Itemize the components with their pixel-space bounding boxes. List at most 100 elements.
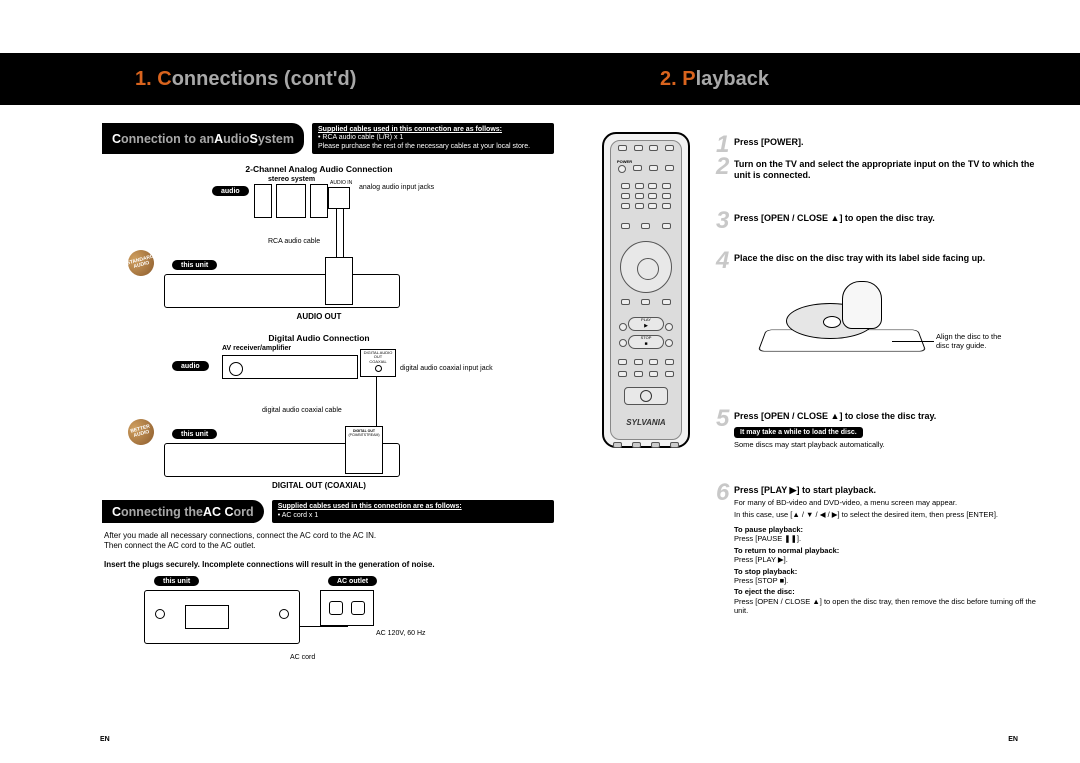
- page-lang-right: EN: [1008, 736, 1018, 743]
- remote-button: [649, 165, 658, 171]
- remote-button: [665, 165, 674, 171]
- subheader-label: Connection to an Audio System: [102, 123, 304, 154]
- audio-in-label: AUDIO IN: [330, 180, 352, 186]
- digital-diagram: AV receiver/amplifier audio DIGITAL AUDI…: [104, 347, 534, 492]
- auto-note: Some discs may start playback automatica…: [734, 440, 1038, 449]
- step-number: 5: [716, 405, 729, 433]
- digital-audio-out-text: DIGITAL AUDIO OUT: [361, 350, 395, 359]
- subheader-ac-label: Connecting the AC Cord: [102, 500, 264, 523]
- note-wrapper: It may take a while to load the disc.: [734, 426, 1038, 438]
- remote-button: [662, 183, 671, 189]
- step-6: 6 Press [PLAY ▶] to start playback. For …: [734, 485, 1038, 615]
- supplied-cables-box-2: Supplied cables used in this connection …: [272, 500, 554, 523]
- stop-heading: To stop playback:: [734, 567, 1038, 576]
- page-connections: Connection to an Audio System Supplied c…: [74, 105, 564, 745]
- remote-button: [665, 359, 674, 365]
- step-text: Press [OPEN / CLOSE ▲] to close the disc…: [734, 411, 1038, 422]
- stop-text: Press [STOP ■].: [734, 576, 1038, 585]
- remote-button: [618, 371, 627, 377]
- audio-out-label: AUDIO OUT: [104, 312, 534, 321]
- speaker-left: [254, 184, 272, 218]
- remote-button: [634, 145, 643, 151]
- ac-para1: After you made all necessary connections…: [104, 531, 534, 541]
- remote-button: [665, 323, 673, 331]
- audio-pill: audio: [212, 186, 249, 196]
- speaker-right: [310, 184, 328, 218]
- step-number: 4: [716, 247, 729, 275]
- remote-row-below-dpad: [615, 299, 677, 305]
- remote-button: [618, 145, 627, 151]
- remote-button: [634, 359, 643, 365]
- remote-button: [633, 165, 642, 171]
- remote-button: [621, 183, 630, 189]
- outlet-2: [351, 601, 365, 615]
- ac-volt-label: AC 120V, 60 Hz: [376, 630, 426, 637]
- unit-rear-ac: [144, 590, 300, 644]
- remote-button: [648, 203, 657, 209]
- bluray-disc-icon: [640, 390, 652, 402]
- coax-in-port: DIGITAL AUDIO OUT COAXIAL: [360, 349, 396, 377]
- disc-diagram: Align the disc to the disc tray guide.: [762, 281, 997, 397]
- step6-sub-a: For many of BD-video and DVD-video, a me…: [734, 498, 1038, 507]
- remote-button: [619, 339, 627, 347]
- better-audio-badge: BETTER AUDIO: [125, 416, 157, 448]
- remote-button: [634, 371, 643, 377]
- remote-button: [649, 371, 658, 377]
- remote-button: [621, 203, 630, 209]
- remote-button: [662, 203, 671, 209]
- remote-button: [648, 193, 657, 199]
- analog-jacks-label: analog audio input jacks: [359, 184, 434, 191]
- remote-button: [665, 145, 674, 151]
- remote-button: [648, 183, 657, 189]
- remote-button: [618, 359, 627, 365]
- return-text: Press [PLAY ▶].: [734, 555, 1038, 564]
- remote-button: [621, 193, 630, 199]
- rca-cable-label: RCA audio cable: [268, 238, 320, 245]
- digital-out-box-sub: (PCM/BITSTREAM): [346, 433, 382, 437]
- section-header-connections: 1. Connections (cont'd): [0, 53, 555, 105]
- bluray-logo: [624, 387, 668, 405]
- remote-button: [621, 299, 630, 305]
- remote-power-label: POWER: [617, 159, 632, 164]
- remote-brand: SYLVANIA: [611, 418, 681, 427]
- subheader-ac-cord: Connecting the AC Cord Supplied cables u…: [102, 500, 554, 523]
- remote-transport-row: [615, 323, 677, 331]
- remote-button: [665, 339, 673, 347]
- load-warning: It may take a while to load the disc.: [734, 427, 863, 438]
- eject-heading: To eject the disc:: [734, 587, 1038, 596]
- return-heading: To return to normal playback:: [734, 546, 1038, 555]
- stereo-system-label: stereo system: [268, 176, 315, 183]
- align-note: Align the disc to the disc tray guide.: [936, 333, 1004, 350]
- step-text: Press [PLAY ▶] to start playback.: [734, 485, 1038, 496]
- step-number: 6: [716, 479, 729, 507]
- step-text: Press [POWER].: [734, 137, 1038, 148]
- step-3: 3 Press [OPEN / CLOSE ▲] to open the dis…: [734, 213, 1038, 224]
- av-receiver-box: [222, 355, 358, 379]
- ac-outlet-pill: AC outlet: [328, 576, 377, 586]
- header-highlight: 2. P: [660, 68, 696, 91]
- step-1: 1 Press [POWER].: [734, 137, 1038, 148]
- page-lang-left: EN: [100, 736, 110, 743]
- page-playback: POWER: [564, 105, 1054, 745]
- remote-control: POWER: [602, 132, 690, 448]
- step-number: 3: [716, 207, 729, 235]
- step-text: Place the disc on the disc tray with its…: [734, 253, 1038, 264]
- bluray-rear: [164, 274, 400, 308]
- remote-button: [665, 371, 674, 377]
- remote-button: [649, 145, 658, 151]
- volume-knob: [229, 362, 243, 376]
- remote-button: [635, 193, 644, 199]
- eject-text: Press [OPEN / CLOSE ▲] to open the disc …: [734, 597, 1038, 616]
- header-highlight: 1. C: [135, 68, 172, 91]
- port-panel: [185, 605, 229, 629]
- coaxial-text: COAXIAL: [361, 359, 395, 364]
- remote-row-bottom1: [615, 359, 677, 365]
- remote-button: [635, 183, 644, 189]
- header-rest: onnections (cont'd): [172, 68, 357, 91]
- remote-button: [662, 223, 671, 229]
- digital-out-port: DIGITAL OUT (PCM/BITSTREAM): [345, 426, 383, 474]
- standard-audio-badge: STANDARD AUDIO: [125, 247, 157, 279]
- remote-button: [635, 203, 644, 209]
- analog-diagram: stereo system AUDIO IN analog audio inpu…: [104, 178, 534, 323]
- stereo-main: [276, 184, 306, 218]
